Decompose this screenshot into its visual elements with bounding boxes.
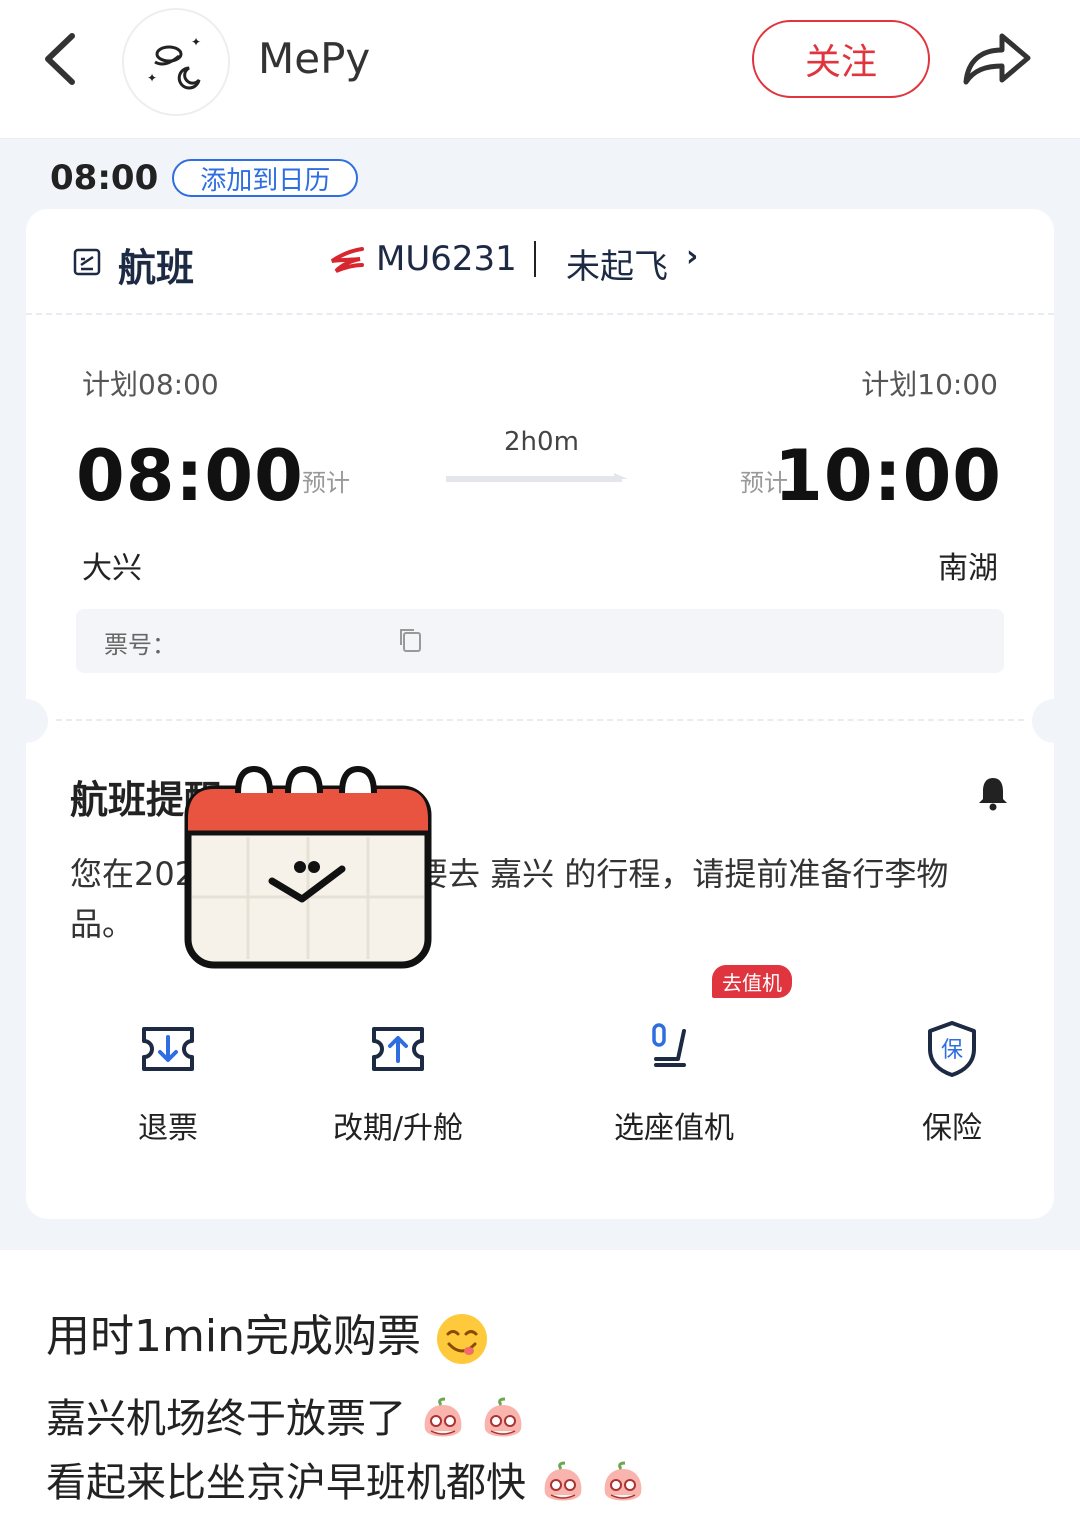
share-arrow-icon (963, 33, 1031, 85)
arrival-airport: 南湖 (938, 551, 998, 586)
copy-icon[interactable] (396, 625, 426, 655)
calendar-row: 08:00 添加到日历 (50, 155, 359, 201)
departure-estimated-tag: 预计 (302, 469, 350, 497)
ticket-number-box: 票号： (76, 609, 1004, 673)
add-to-calendar-button[interactable]: 添加到日历 (172, 159, 359, 197)
caption-line-2: 看起来比坐京沪早班机都快 (46, 1450, 647, 1509)
peach-crying-emoji-icon (605, 1461, 642, 1501)
flight-screenshot: 08:00 添加到日历 航班 MU6231 未起飞 › 计划08:00 计划10… (0, 139, 1080, 1250)
author-name[interactable]: MePy (258, 34, 370, 83)
flight-card-header: 航班 MU6231 未起飞 › (26, 209, 1054, 315)
planet-doodle-icon: ✦ ✦ (147, 35, 201, 90)
caption-line-2-text: 看起来比坐京沪早班机都快 (46, 1460, 526, 1506)
insurance-label: 保险 (922, 1111, 982, 1146)
yummy-face-emoji-icon (436, 1314, 487, 1364)
flight-section-title: 航班 (118, 246, 195, 290)
post-header: ✦ ✦ MePy 关注 (0, 0, 1080, 139)
seat-checkin-button[interactable]: 选座值机 (574, 989, 774, 1149)
svg-text:✦: ✦ (191, 35, 201, 49)
change-ticket-button[interactable]: 改期/升舱 (298, 989, 498, 1149)
calendar-sticker-icon (184, 765, 432, 969)
peach-crying-emoji-icon (485, 1397, 522, 1437)
caption-line-1: 嘉兴机场终于放票了 (46, 1386, 527, 1445)
flight-duration: 2h0m (504, 427, 579, 457)
back-button[interactable] (36, 28, 86, 90)
route-arrow-icon (446, 473, 628, 482)
flight-card: 航班 MU6231 未起飞 › 计划08:00 计划10:00 08:00 预计… (4, 209, 1076, 1219)
seat-icon (652, 1023, 686, 1067)
svg-text:保: 保 (941, 1038, 963, 1063)
post-caption-title: 用时1min完成购票 (46, 1300, 489, 1366)
checkin-badge[interactable]: 去值机 (712, 965, 792, 998)
header-separator (534, 241, 536, 277)
avatar[interactable]: ✦ ✦ (122, 8, 230, 116)
card-notch-left (4, 699, 48, 743)
change-ticket-label: 改期/升舱 (332, 1111, 464, 1146)
refund-button[interactable]: 退票 (68, 989, 268, 1149)
caption-line-1-text: 嘉兴机场终于放票了 (46, 1396, 406, 1442)
share-button[interactable] (960, 26, 1034, 92)
flight-number[interactable]: MU6231 (376, 239, 517, 279)
planned-departure: 计划08:00 (82, 368, 219, 401)
ticket-number-label: 票号： (104, 631, 176, 659)
chevron-right-icon[interactable]: › (686, 239, 698, 274)
refund-ticket-icon (142, 1027, 194, 1071)
card-divider (56, 719, 1024, 721)
seat-checkin-label: 选座值机 (614, 1111, 734, 1146)
flight-status[interactable]: 未起飞 (566, 239, 668, 288)
svg-text:✦: ✦ (147, 71, 157, 85)
change-ticket-icon (372, 1027, 424, 1071)
calendar-time: 08:00 (50, 158, 159, 198)
insurance-shield-icon: 保 (928, 1021, 976, 1077)
flight-ticket-icon (73, 248, 101, 276)
follow-button[interactable]: 关注 (752, 20, 930, 98)
departure-time: 08:00 (76, 435, 304, 517)
peach-crying-emoji-icon (544, 1461, 582, 1501)
bell-icon[interactable] (976, 775, 1010, 811)
insurance-button[interactable]: 保 保险 (852, 989, 1052, 1149)
peach-crying-emoji-icon (424, 1397, 462, 1437)
card-notch-right (1032, 699, 1076, 743)
chevron-left-icon (45, 33, 75, 85)
caption-title-text: 用时1min完成购票 (46, 1311, 421, 1362)
refund-label: 退票 (138, 1111, 198, 1146)
departure-airport: 大兴 (82, 551, 142, 586)
planned-arrival: 计划10:00 (861, 368, 998, 401)
action-bar: 退票 改期/升舱 选座值机 保 保险 (26, 989, 1054, 1169)
arrival-time: 10:00 (774, 435, 1002, 517)
airline-logo-icon (330, 247, 364, 273)
